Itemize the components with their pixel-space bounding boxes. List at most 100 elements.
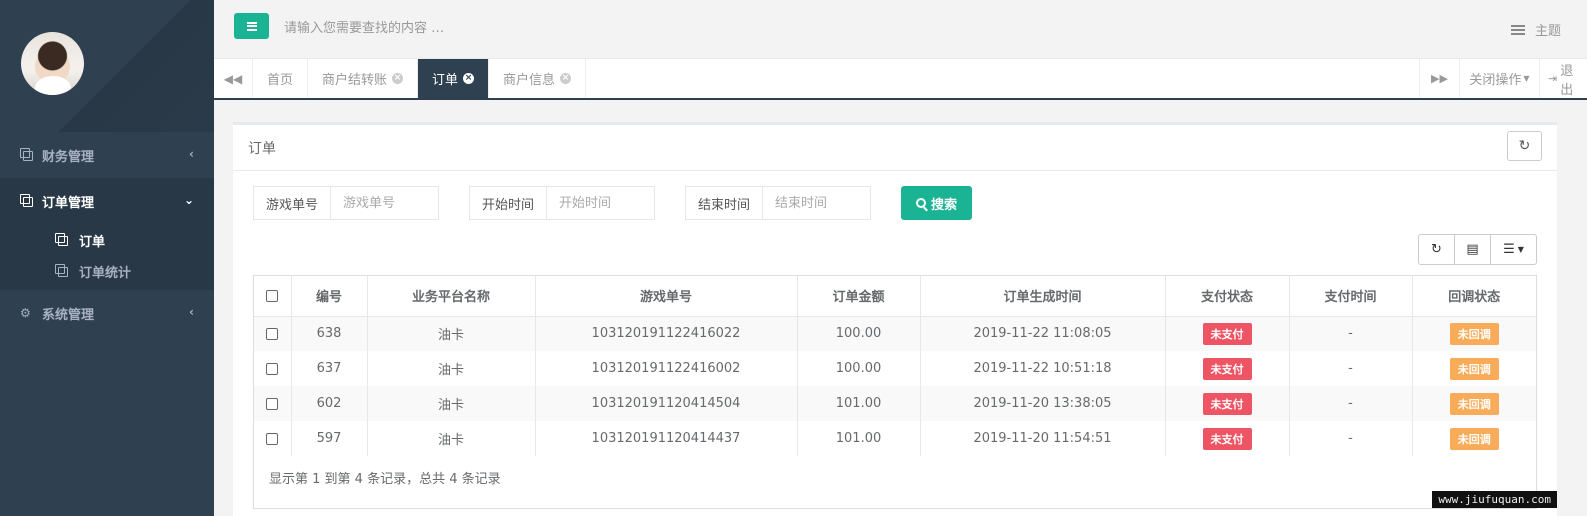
- sidebar-subitem-order[interactable]: 订单: [0, 224, 214, 256]
- orders-table-container: 编号 业务平台名称 游戏单号 订单金额 订单生成时间 支付状态 支付时间 回调状…: [253, 275, 1537, 509]
- cell-id: 638: [291, 316, 368, 351]
- orders-table: 编号 业务平台名称 游戏单号 订单金额 订单生成时间 支付状态 支付时间 回调状…: [254, 276, 1536, 456]
- tab-merchant-transfer[interactable]: 商户结转账 ×: [308, 59, 419, 98]
- cell-game-order: 103120191120414437: [535, 421, 798, 456]
- row-checkbox[interactable]: [266, 362, 279, 375]
- cell-created: 2019-11-20 13:38:05: [920, 386, 1166, 421]
- chevron-down-icon: ⌄: [183, 193, 194, 207]
- sidebar-item-orders[interactable]: 订单管理 ⌄: [0, 178, 214, 224]
- cell-game-order: 103120191122416022: [535, 316, 798, 351]
- tab-merchant-info[interactable]: 商户信息 ×: [489, 59, 587, 98]
- search-form: 游戏单号 开始时间 结束时间 搜索: [253, 186, 973, 220]
- cell-id: 602: [291, 386, 368, 421]
- logout-button[interactable]: ⇥ 退出: [1539, 59, 1587, 98]
- game-order-filter: 游戏单号: [253, 186, 440, 220]
- top-header: 主题: [214, 0, 1587, 59]
- columns-dropdown-button[interactable]: ☰ ▼: [1490, 234, 1537, 265]
- copy-icon: [20, 148, 34, 162]
- table-row[interactable]: 602 油卡 103120191120414504 101.00 2019-11…: [254, 386, 1536, 421]
- cell-pay-status: 未支付: [1165, 351, 1290, 386]
- scroll-left-button[interactable]: ◀◀: [214, 59, 253, 98]
- cell-callback: 未回调: [1412, 421, 1536, 456]
- logout-label: 退出: [1560, 63, 1574, 98]
- table-row[interactable]: 637 油卡 103120191122416002 100.00 2019-11…: [254, 351, 1536, 386]
- panel-title: 订单: [248, 140, 276, 157]
- status-badge: 未回调: [1449, 427, 1499, 450]
- cell-platform: 油卡: [367, 351, 536, 386]
- status-badge: 未支付: [1202, 427, 1252, 450]
- close-icon[interactable]: ×: [463, 73, 475, 84]
- end-time-input[interactable]: [763, 186, 872, 220]
- cell-created: 2019-11-22 10:51:18: [920, 351, 1166, 386]
- copy-icon: [55, 264, 69, 278]
- sidebar-item-label: 财务管理: [42, 149, 95, 165]
- select-all-checkbox[interactable]: [266, 289, 279, 302]
- caret-down-icon: ▼: [1523, 74, 1530, 83]
- tab-home[interactable]: 首页: [253, 59, 309, 98]
- sidebar-subitem-label: 订单: [79, 234, 106, 250]
- sidebar-subitem-label: 订单统计: [79, 265, 132, 281]
- close-operations-dropdown[interactable]: 关闭操作 ▼: [1459, 59, 1539, 98]
- page-refresh-button[interactable]: ↻: [1507, 131, 1542, 161]
- cell-callback: 未回调: [1412, 351, 1536, 386]
- avatar[interactable]: [21, 32, 84, 95]
- column-header[interactable]: 回调状态: [1412, 276, 1536, 317]
- copy-icon: [20, 194, 34, 208]
- sidebar-group-orders: 订单管理 ⌄ 订单 订单统计: [0, 178, 214, 290]
- row-checkbox[interactable]: [266, 432, 279, 445]
- cell-callback: 未回调: [1412, 316, 1536, 351]
- column-header[interactable]: 支付状态: [1165, 276, 1290, 317]
- global-search-input[interactable]: [284, 14, 684, 42]
- sidebar-item-finance[interactable]: 财务管理 ‹: [0, 132, 214, 178]
- table-row[interactable]: 597 油卡 103120191120414437 101.00 2019-11…: [254, 421, 1536, 456]
- tab-orders[interactable]: 订单 ×: [418, 59, 490, 98]
- start-time-input[interactable]: [547, 186, 656, 220]
- search-button[interactable]: 搜索: [901, 186, 973, 220]
- list-alt-icon: ▤: [1466, 242, 1479, 257]
- game-order-label: 游戏单号: [253, 186, 332, 220]
- cell-id: 637: [291, 351, 368, 386]
- table-row[interactable]: 638 油卡 103120191122416022 100.00 2019-11…: [254, 316, 1536, 351]
- theme-button[interactable]: 主题: [1510, 20, 1561, 39]
- sidebar-subitem-order-stats[interactable]: 订单统计: [0, 256, 214, 290]
- sidebar-item-label: 订单管理: [42, 195, 95, 211]
- row-checkbox[interactable]: [266, 327, 279, 340]
- tab-label: 商户结转账: [322, 73, 388, 88]
- refresh-icon: ↻: [1518, 138, 1531, 154]
- refresh-icon: ↻: [1431, 242, 1442, 257]
- row-select-cell: [254, 421, 292, 456]
- column-header[interactable]: 订单金额: [797, 276, 921, 317]
- toggle-view-button[interactable]: ▤: [1454, 234, 1491, 265]
- column-header[interactable]: 编号: [291, 276, 368, 317]
- close-icon[interactable]: ×: [392, 73, 404, 84]
- sidebar-item-system[interactable]: ⚙ 系统管理 ‹: [0, 290, 214, 336]
- close-icon[interactable]: ×: [560, 73, 572, 84]
- game-order-input[interactable]: [331, 186, 440, 220]
- profile-area: [0, 0, 214, 132]
- scroll-right-button[interactable]: ▶▶: [1419, 59, 1459, 98]
- row-checkbox[interactable]: [266, 397, 279, 410]
- status-badge: 未回调: [1449, 392, 1499, 415]
- chevron-left-icon: ‹: [189, 147, 194, 161]
- status-badge: 未支付: [1202, 322, 1252, 345]
- sidebar: 财务管理 ‹ 订单管理 ⌄ 订单 订单统计 ⚙ 系统管理 ‹: [0, 0, 214, 516]
- gears-icon: ⚙: [20, 306, 31, 320]
- row-select-cell: [254, 351, 292, 386]
- table-refresh-button[interactable]: ↻: [1418, 234, 1455, 265]
- backward-icon: ◀◀: [223, 71, 243, 86]
- column-header[interactable]: 支付时间: [1289, 276, 1413, 317]
- tabs-bar: ◀◀ 首页 商户结转账 × 订单 × 商户信息 × ▶▶ 关闭操作 ▼ ⇥ 退出: [214, 59, 1587, 100]
- copy-icon: [55, 233, 69, 247]
- menu-toggle-button[interactable]: [234, 13, 269, 39]
- cell-pay-status: 未支付: [1165, 386, 1290, 421]
- end-time-label: 结束时间: [685, 186, 764, 220]
- sign-out-icon: ⇥: [1548, 72, 1558, 85]
- column-header[interactable]: 游戏单号: [535, 276, 798, 317]
- status-badge: 未回调: [1449, 322, 1499, 345]
- forward-icon: ▶▶: [1431, 72, 1448, 85]
- column-header[interactable]: 订单生成时间: [920, 276, 1166, 317]
- column-header[interactable]: 业务平台名称: [367, 276, 536, 317]
- cell-amount: 100.00: [797, 351, 921, 386]
- th-list-icon: ☰: [1503, 242, 1515, 257]
- cell-pay-status: 未支付: [1165, 421, 1290, 456]
